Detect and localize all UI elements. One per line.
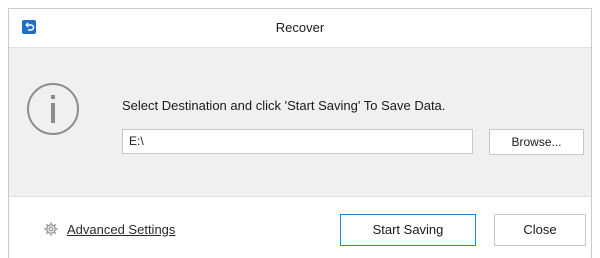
content-panel: Select Destination and click 'Start Savi… — [9, 47, 591, 197]
advanced-settings-link[interactable]: Advanced Settings — [43, 220, 175, 238]
close-button[interactable]: Close — [494, 214, 586, 246]
browse-button[interactable]: Browse... — [489, 129, 584, 155]
info-icon — [25, 81, 81, 137]
destination-path-input[interactable]: E:\ — [122, 129, 473, 154]
title-bar: Recover — [9, 9, 591, 47]
start-saving-button[interactable]: Start Saving — [340, 214, 476, 246]
recover-dialog: Recover Select Destination and click 'St… — [8, 8, 592, 258]
window-title: Recover — [275, 20, 325, 35]
gear-icon — [43, 221, 59, 237]
instruction-text: Select Destination and click 'Start Savi… — [122, 98, 446, 113]
advanced-settings-label: Advanced Settings — [67, 221, 176, 237]
